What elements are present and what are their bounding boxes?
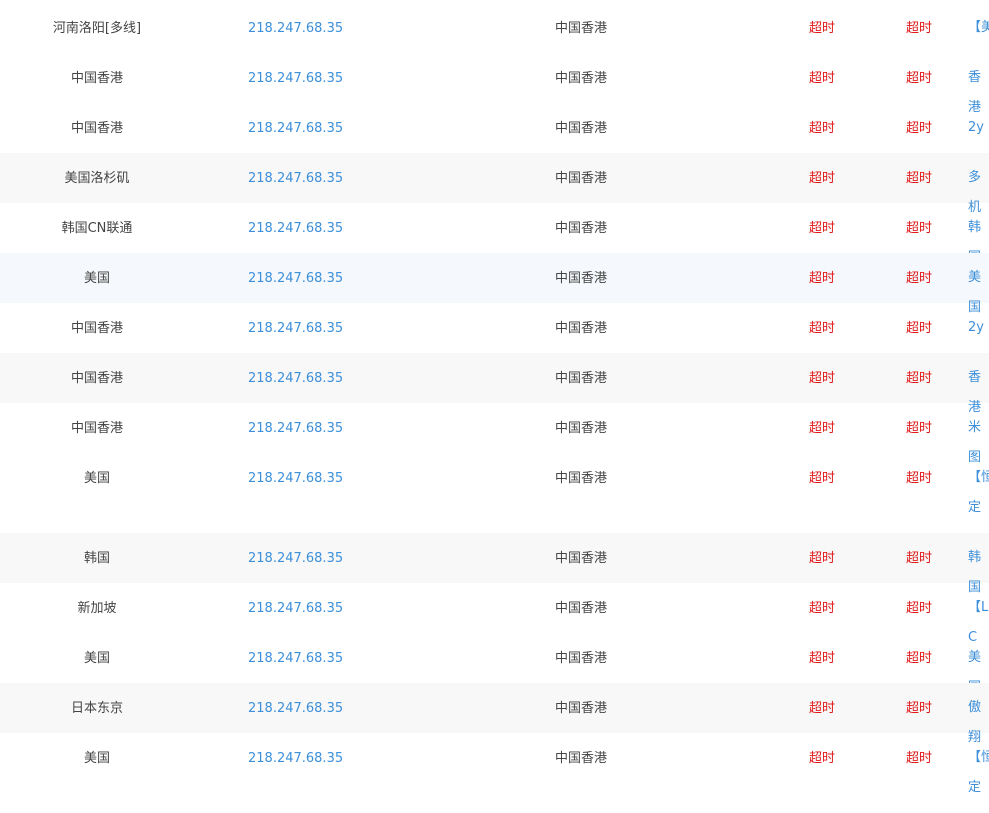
node-cell: 美国洛杉矶 xyxy=(64,171,130,186)
table-row: 中国香港 218.247.68.35 中国香港 超时 超时 米图 xyxy=(0,403,989,465)
timeout-cell: 超时 xyxy=(809,171,836,186)
location-cell: 中国香港 xyxy=(555,651,608,666)
timeout-cell: 超时 xyxy=(906,221,933,236)
ip-link[interactable]: 218.247.68.35 xyxy=(248,600,343,617)
sponsor-link[interactable]: 【恒定 xyxy=(968,463,989,523)
sponsor-link[interactable]: 【美 xyxy=(968,13,989,43)
ip-link[interactable]: 218.247.68.35 xyxy=(248,420,343,437)
node-cell: 韩国CN联通 xyxy=(61,221,133,236)
ip-link[interactable]: 218.247.68.35 xyxy=(248,20,343,37)
location-cell: 中国香港 xyxy=(555,21,608,36)
node-cell: 美国 xyxy=(83,651,110,666)
timeout-cell: 超时 xyxy=(809,71,836,86)
node-cell: 新加坡 xyxy=(77,601,117,616)
node-cell: 韩国 xyxy=(83,551,110,566)
ip-link[interactable]: 218.247.68.35 xyxy=(248,270,343,287)
location-cell: 中国香港 xyxy=(555,471,608,486)
ip-link[interactable]: 218.247.68.35 xyxy=(248,750,343,767)
ip-link[interactable]: 218.247.68.35 xyxy=(248,650,343,667)
timeout-cell: 超时 xyxy=(809,701,836,716)
ip-link[interactable]: 218.247.68.35 xyxy=(248,220,343,237)
table-row: 中国香港 218.247.68.35 中国香港 超时 超时 香港 xyxy=(0,353,989,415)
timeout-cell: 超时 xyxy=(906,471,933,486)
table-row: 中国香港 218.247.68.35 中国香港 超时 超时 香港 xyxy=(0,53,989,115)
ip-link[interactable]: 218.247.68.35 xyxy=(248,370,343,387)
sponsor-link[interactable]: 【恒定 xyxy=(968,743,989,803)
timeout-cell: 超时 xyxy=(906,551,933,566)
location-cell: 中国香港 xyxy=(555,601,608,616)
node-cell: 美国 xyxy=(83,751,110,766)
timeout-cell: 超时 xyxy=(906,651,933,666)
node-cell: 中国香港 xyxy=(70,371,123,386)
node-cell: 美国 xyxy=(83,471,110,486)
table-row: 美国218.247.68.35中国香港超时超时美国 xyxy=(0,253,989,315)
timeout-cell: 超时 xyxy=(906,271,933,286)
ip-link[interactable]: 218.247.68.35 xyxy=(248,700,343,717)
table-row: 河南洛阳[多线] 218.247.68.35 中国香港 超时 超时 【美 xyxy=(0,3,989,53)
table-row: 美国 218.247.68.35 中国香港 超时 超时 【恒定 xyxy=(0,733,989,813)
ip-link[interactable]: 218.247.68.35 xyxy=(248,70,343,87)
location-cell: 中国香港 xyxy=(555,321,608,336)
timeout-cell: 超时 xyxy=(809,471,836,486)
timeout-cell: 超时 xyxy=(906,601,933,616)
timeout-cell: 超时 xyxy=(906,371,933,386)
timeout-cell: 超时 xyxy=(809,121,836,136)
timeout-cell: 超时 xyxy=(906,421,933,436)
ip-link[interactable]: 218.247.68.35 xyxy=(248,550,343,567)
table-row: 韩国 218.247.68.35 中国香港 超时 超时 韩国 xyxy=(0,533,989,595)
ip-link[interactable]: 218.247.68.35 xyxy=(248,320,343,337)
timeout-cell: 超时 xyxy=(809,551,836,566)
table-row: 美国洛杉矶 218.247.68.35 中国香港 超时 超时 多机 xyxy=(0,153,989,215)
timeout-cell: 超时 xyxy=(809,751,836,766)
table-row: 日本东京 218.247.68.35 中国香港 超时 超时 傲翔 xyxy=(0,683,989,745)
timeout-cell: 超时 xyxy=(809,221,836,236)
table-row: 美国 218.247.68.35 中国香港 超时 超时 【恒定 xyxy=(0,453,989,533)
results-table: 河南洛阳[多线] 218.247.68.35 中国香港 超时 超时 【美 中国香港 218.2… xyxy=(0,3,989,813)
timeout-cell: 超时 xyxy=(809,271,836,286)
location-cell: 中国香港 xyxy=(555,121,608,136)
timeout-cell: 超时 xyxy=(906,701,933,716)
node-cell: 中国香港 xyxy=(70,121,123,136)
ip-link[interactable]: 218.247.68.35 xyxy=(248,120,343,137)
node-cell: 中国香港 xyxy=(70,421,123,436)
location-cell: 中国香港 xyxy=(555,371,608,386)
location-cell: 中国香港 xyxy=(555,171,608,186)
node-cell: 中国香港 xyxy=(70,71,123,86)
location-cell: 中国香港 xyxy=(555,271,608,286)
table-row: 中国香港218.247.68.35中国香港超时超时2yu xyxy=(0,103,989,165)
location-cell: 中国香港 xyxy=(555,551,608,566)
location-cell: 中国香港 xyxy=(555,221,608,236)
timeout-cell: 超时 xyxy=(906,321,933,336)
timeout-cell: 超时 xyxy=(906,71,933,86)
timeout-cell: 超时 xyxy=(906,171,933,186)
timeout-cell: 超时 xyxy=(809,601,836,616)
node-cell: 河南洛阳[多线] xyxy=(52,21,142,36)
timeout-cell: 超时 xyxy=(809,371,836,386)
location-cell: 中国香港 xyxy=(555,701,608,716)
table-row: 中国香港218.247.68.35中国香港超时超时2yu xyxy=(0,303,989,365)
table-row: 新加坡 218.247.68.35 中国香港 超时 超时 【LC xyxy=(0,583,989,645)
timeout-cell: 超时 xyxy=(809,321,836,336)
ip-link[interactable]: 218.247.68.35 xyxy=(248,470,343,487)
node-cell: 日本东京 xyxy=(70,701,123,716)
location-cell: 中国香港 xyxy=(555,71,608,86)
timeout-cell: 超时 xyxy=(906,21,933,36)
node-cell: 中国香港 xyxy=(70,321,123,336)
ip-link[interactable]: 218.247.68.35 xyxy=(248,170,343,187)
timeout-cell: 超时 xyxy=(809,21,836,36)
location-cell: 中国香港 xyxy=(555,421,608,436)
table-row: 美国218.247.68.35中国香港超时超时美国 xyxy=(0,633,989,695)
timeout-cell: 超时 xyxy=(906,751,933,766)
timeout-cell: 超时 xyxy=(906,121,933,136)
node-cell: 美国 xyxy=(83,271,110,286)
table-row: 韩国CN联通218.247.68.35中国香港超时超时韩国 xyxy=(0,203,989,265)
location-cell: 中国香港 xyxy=(555,751,608,766)
timeout-cell: 超时 xyxy=(809,651,836,666)
timeout-cell: 超时 xyxy=(809,421,836,436)
